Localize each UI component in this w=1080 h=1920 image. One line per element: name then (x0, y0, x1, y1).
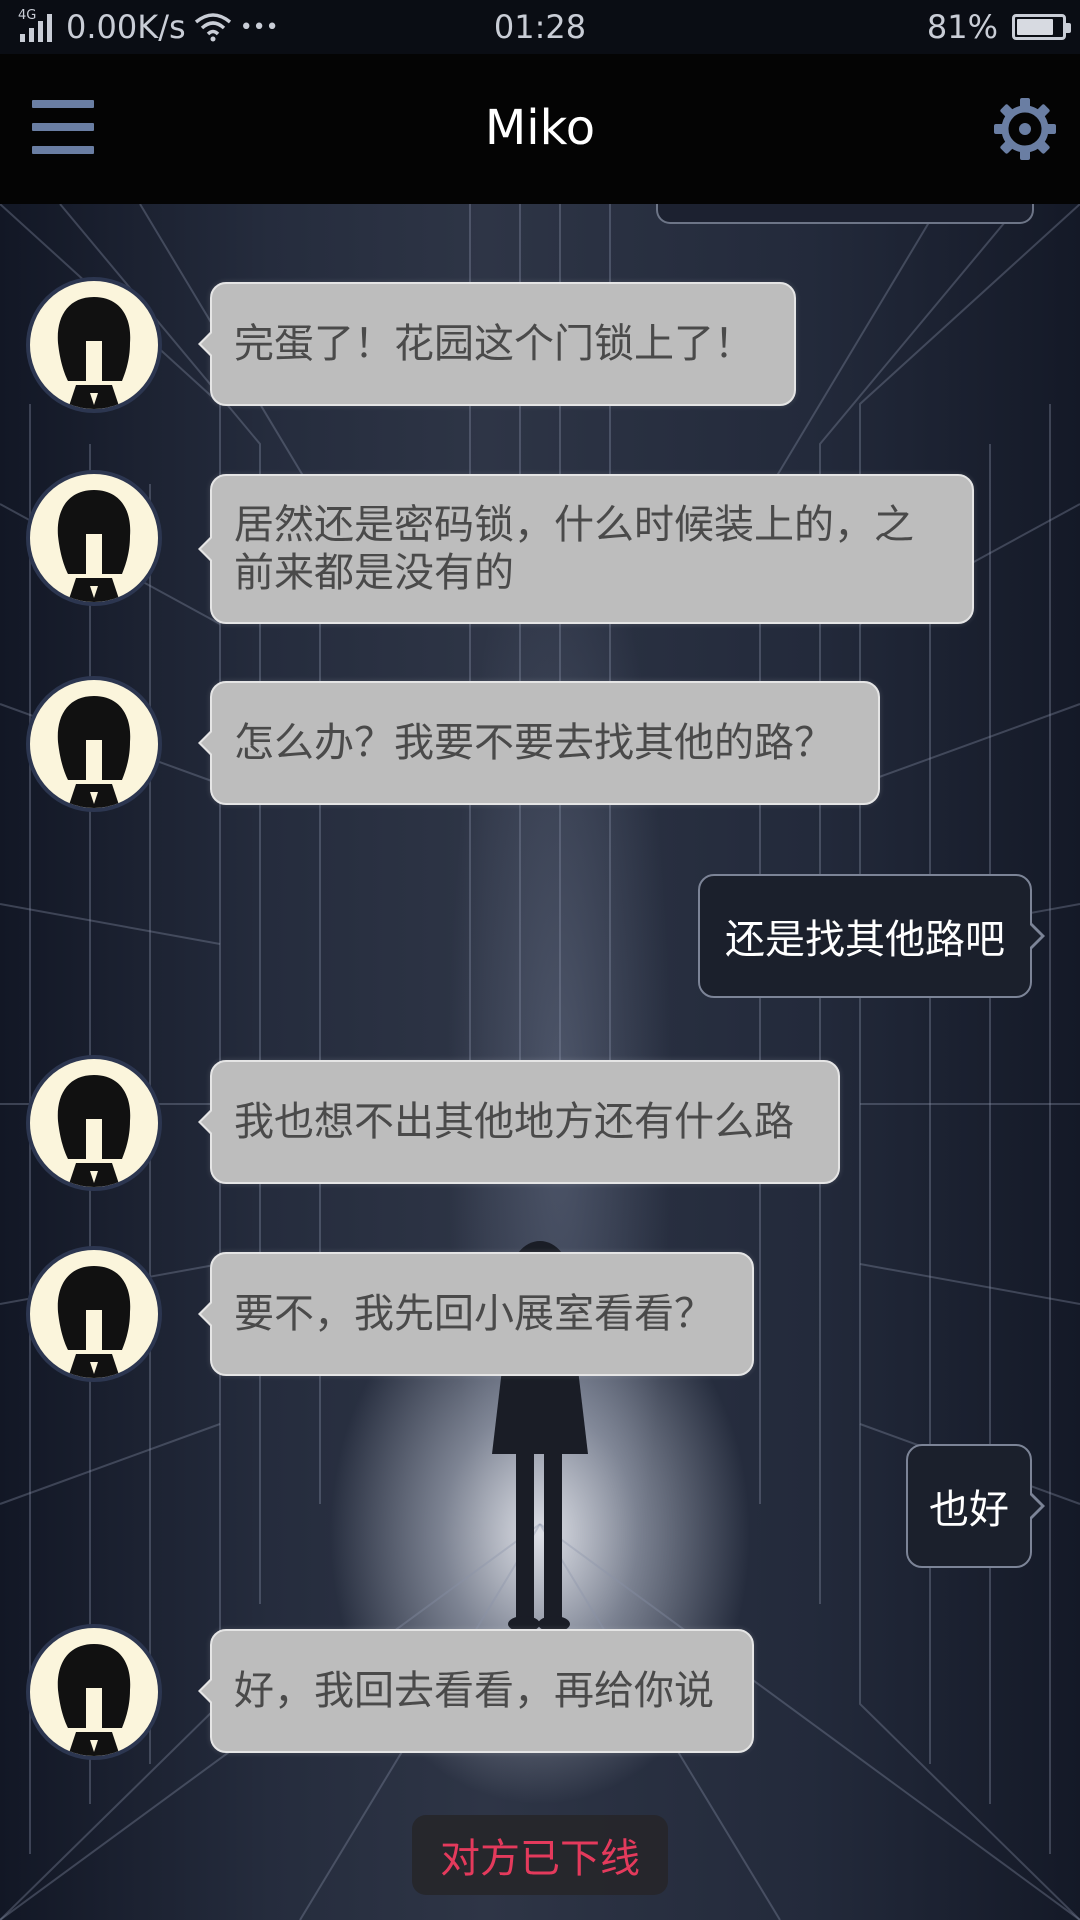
message-list[interactable]: 完蛋了！花园这个门锁上了！ 居然还是密码锁，什么时候装上的，之前来都是没有的 怎… (0, 184, 1080, 1920)
avatar[interactable] (26, 1624, 162, 1760)
battery-tip (1066, 23, 1071, 33)
avatar[interactable] (26, 277, 162, 413)
girl-avatar-icon (57, 297, 131, 409)
avatar[interactable] (26, 1246, 162, 1382)
app-header: Miko (0, 54, 1080, 204)
offline-status-badge: 对方已下线 (412, 1815, 668, 1895)
girl-avatar-icon (57, 1644, 131, 1756)
girl-avatar-icon (57, 696, 131, 808)
gear-icon[interactable] (992, 96, 1058, 162)
offline-status-text: 对方已下线 (440, 1836, 640, 1882)
status-bar: 4G 0.00K/s ••• 01:28 81% (0, 0, 1080, 54)
message-text: 我也想不出其他地方还有什么路 (234, 1099, 794, 1145)
message-text: 也好 (929, 1487, 1009, 1533)
avatar[interactable] (26, 676, 162, 812)
message-text: 居然还是密码锁，什么时候装上的，之前来都是没有的 (234, 502, 914, 596)
message-text: 要不，我先回小展室看看？ (234, 1291, 714, 1337)
message-text: 还是找其他路吧 (725, 917, 1005, 963)
girl-avatar-icon (57, 1075, 131, 1187)
battery-level (1017, 19, 1053, 35)
avatar[interactable] (26, 1055, 162, 1191)
message-text: 完蛋了！花园这个门锁上了！ (234, 321, 754, 367)
status-bar-right: 81% (926, 8, 1071, 46)
message-text: 好，我回去看看，再给你说 (234, 1668, 714, 1714)
message-text: 怎么办？我要不要去找其他的路？ (234, 720, 834, 766)
girl-avatar-icon (57, 490, 131, 602)
girl-avatar-icon (57, 1266, 131, 1378)
battery-percent: 81% (926, 8, 998, 46)
battery-icon (1012, 14, 1071, 40)
chat-title: Miko (484, 100, 596, 156)
status-time: 01:28 (493, 8, 587, 46)
avatar[interactable] (26, 470, 162, 606)
